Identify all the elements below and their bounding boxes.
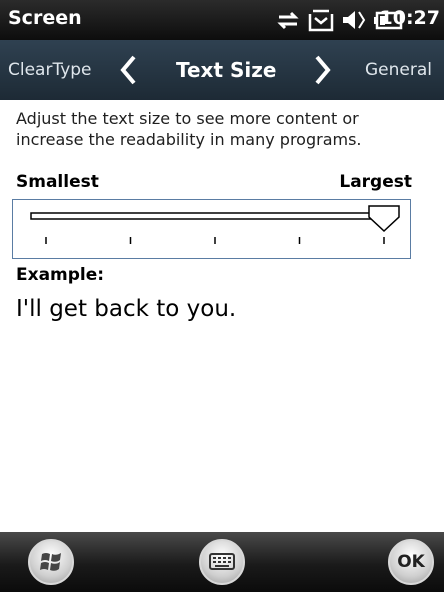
app-title: Screen xyxy=(8,7,82,29)
message-icon xyxy=(307,6,335,38)
max-label: Largest xyxy=(339,172,412,192)
ok-label: OK xyxy=(397,552,425,572)
tab-general[interactable]: General xyxy=(365,60,432,80)
bottom-bar: OK xyxy=(0,532,444,592)
chevron-left-icon[interactable] xyxy=(118,54,138,90)
min-label: Smallest xyxy=(16,172,99,192)
text-size-slider[interactable] xyxy=(12,199,411,259)
data-sync-icon xyxy=(275,6,301,38)
tab-text-size[interactable]: Text Size xyxy=(176,58,276,82)
slider-track-bar xyxy=(30,212,392,220)
tab-cleartype[interactable]: ClearType xyxy=(8,60,92,80)
example-text: I'll get back to you. xyxy=(16,296,237,322)
windows-logo-icon xyxy=(40,553,61,571)
slider-thumb[interactable] xyxy=(368,205,400,233)
keyboard-button[interactable] xyxy=(199,539,245,585)
example-label: Example: xyxy=(16,265,105,285)
tab-bar: ClearType Text Size General xyxy=(0,40,444,100)
ok-button[interactable]: OK xyxy=(388,539,434,585)
volume-icon xyxy=(340,6,368,38)
description-text: Adjust the text size to see more content… xyxy=(16,109,362,149)
slider-track[interactable] xyxy=(13,200,410,258)
keyboard-icon xyxy=(209,553,235,570)
chevron-right-icon[interactable] xyxy=(313,54,333,90)
status-bar: Screen 10:27 xyxy=(0,0,444,40)
start-button[interactable] xyxy=(28,539,74,585)
clock: 10:27 xyxy=(379,7,440,29)
